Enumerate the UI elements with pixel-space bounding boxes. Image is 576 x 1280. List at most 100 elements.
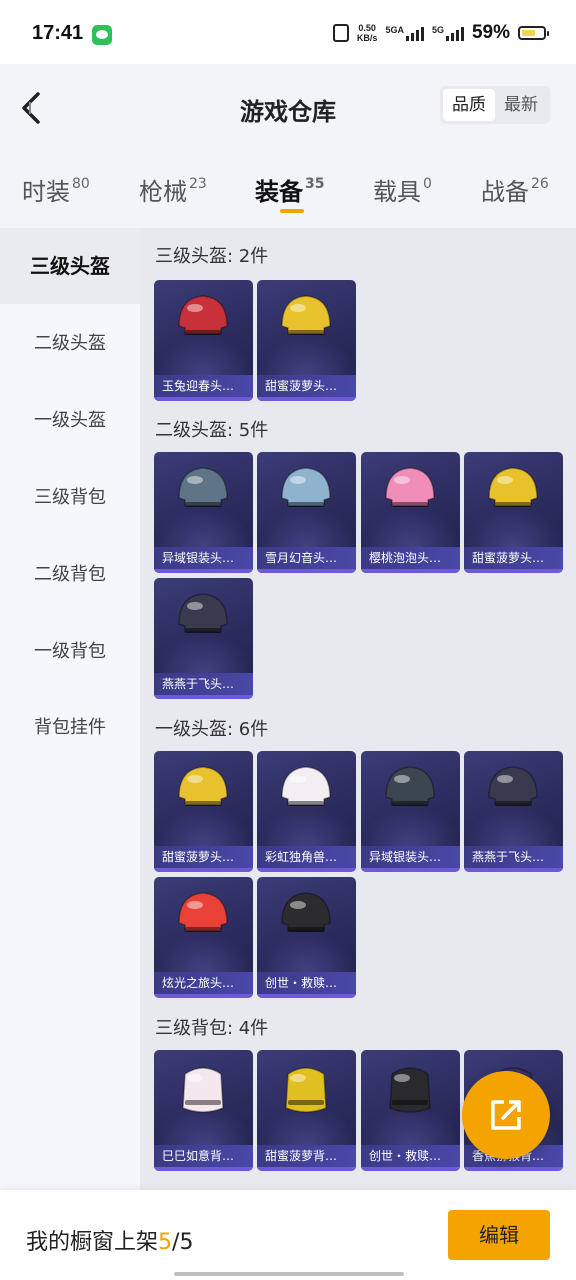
item-grid-area[interactable]: 三级头盔: 2件 二级头盔: 5件 一级头盔: 6件 三级背包: 4件 玉兔迎春…	[140, 228, 576, 1190]
edit-button[interactable]: 编辑	[448, 1210, 550, 1260]
net-speed-value: 0.50	[358, 23, 376, 33]
net-speed-unit: KB/s	[356, 33, 378, 43]
tab-count: 0	[423, 176, 432, 192]
helmet-icon	[178, 766, 228, 806]
network-speed: 0.50 KB/s	[357, 23, 378, 43]
item-card[interactable]: 甜蜜菠萝头…	[464, 452, 563, 573]
tab-weapons[interactable]: 枪械 23	[139, 172, 207, 207]
quality-strip	[257, 569, 356, 573]
sidebar-item-level2-helmet[interactable]: 二级头盔	[0, 306, 140, 382]
item-card[interactable]: 巳巳如意背…	[154, 1050, 253, 1171]
showcase-count: 我的橱窗上架5/5	[26, 1224, 193, 1256]
item-card[interactable]: 玉兔迎春头…	[154, 280, 253, 401]
item-name: 异域银装头…	[361, 846, 460, 868]
item-name: 燕燕于飞头…	[464, 846, 563, 868]
quality-strip	[361, 868, 460, 872]
quality-strip	[257, 1167, 356, 1171]
item-name: 雪月幻音头…	[257, 547, 356, 569]
section-title: 二级头盔: 5件	[155, 420, 269, 441]
quality-strip	[464, 868, 563, 872]
item-name: 炫光之旅头…	[154, 972, 253, 994]
page-header: 游戏仓库 品质 最新 时装 80 枪械 23 装备 35 载具 0 战备 26	[0, 64, 576, 228]
item-card[interactable]: 燕燕于飞头…	[154, 578, 253, 699]
share-button[interactable]	[462, 1071, 550, 1159]
item-name: 甜蜜菠萝头…	[464, 547, 563, 569]
item-card[interactable]: 樱桃泡泡头…	[361, 452, 460, 573]
helmet-icon	[178, 295, 228, 335]
wechat-icon	[92, 25, 112, 45]
signal-bars-icon	[445, 25, 464, 41]
item-name: 异域银装头…	[154, 547, 253, 569]
helmet-icon	[281, 295, 331, 335]
sort-latest-button[interactable]: 最新	[495, 89, 547, 121]
tab-label: 装备	[255, 178, 303, 206]
quality-strip	[361, 569, 460, 573]
tab-label: 战备	[481, 178, 529, 206]
status-bar: 17:41 0.50 KB/s 5GA 5G 59%	[0, 0, 576, 64]
tab-label: 时装	[22, 178, 70, 206]
quality-strip	[154, 994, 253, 998]
quality-strip	[154, 569, 253, 573]
quality-strip	[464, 1167, 563, 1171]
sort-quality-button[interactable]: 品质	[443, 89, 495, 121]
backpack-icon	[182, 1067, 224, 1113]
item-card[interactable]: 创世・救赎…	[361, 1050, 460, 1171]
item-name: 甜蜜菠萝背…	[257, 1145, 356, 1167]
sidebar-item-level3-backpack[interactable]: 三级背包	[0, 460, 140, 536]
helmet-icon	[488, 766, 538, 806]
tab-count: 26	[531, 176, 549, 192]
helmet-icon	[488, 467, 538, 507]
quality-strip	[257, 397, 356, 401]
category-sidebar: 三级头盔 二级头盔 一级头盔 三级背包 二级背包 一级背包 背包挂件	[0, 228, 140, 1190]
battery-percent: 59%	[471, 22, 510, 43]
item-card[interactable]: 创世・救赎…	[257, 877, 356, 998]
item-card[interactable]: 雪月幻音头…	[257, 452, 356, 573]
sidebar-item-level2-backpack[interactable]: 二级背包	[0, 537, 140, 613]
tab-equipment[interactable]: 装备 35	[255, 172, 324, 207]
signal-sim2: 5G	[432, 25, 464, 41]
battery-icon	[518, 26, 549, 40]
tab-label: 枪械	[139, 178, 187, 206]
category-tabs: 时装 80 枪械 23 装备 35 载具 0 战备 26	[0, 164, 576, 214]
helmet-icon	[178, 593, 228, 633]
helmet-icon	[281, 467, 331, 507]
quality-strip	[257, 868, 356, 872]
item-name: 创世・救赎…	[257, 972, 356, 994]
status-indicators: 0.50 KB/s 5GA 5G 59%	[332, 22, 549, 44]
item-card[interactable]: 甜蜜菠萝头…	[154, 751, 253, 872]
tab-count: 80	[72, 176, 90, 192]
tab-count: 23	[189, 176, 207, 192]
section-title: 一级头盔: 6件	[155, 719, 269, 740]
item-card[interactable]: 甜蜜菠萝头…	[257, 280, 356, 401]
section-title: 三级头盔: 2件	[155, 246, 269, 267]
helmet-icon	[385, 467, 435, 507]
showcase-label: 我的橱窗上架	[26, 1230, 159, 1255]
sidebar-item-level1-helmet[interactable]: 一级头盔	[0, 383, 140, 459]
item-card[interactable]: 异域银装头…	[361, 751, 460, 872]
showcase-total: 5	[179, 1230, 194, 1255]
sidebar-item-level1-backpack[interactable]: 一级背包	[0, 614, 140, 690]
tab-fashion[interactable]: 时装 80	[22, 172, 90, 207]
backpack-icon	[389, 1067, 431, 1113]
sim2-label: 5G	[431, 25, 444, 35]
helmet-icon	[281, 766, 331, 806]
tab-count: 35	[305, 176, 325, 192]
tab-vehicles[interactable]: 载具 0	[373, 172, 432, 207]
item-card[interactable]: 异域银装头…	[154, 452, 253, 573]
signal-sim1: 5GA	[385, 25, 424, 41]
item-name: 巳巳如意背…	[154, 1145, 253, 1167]
item-card[interactable]: 彩虹独角兽…	[257, 751, 356, 872]
quality-strip	[154, 868, 253, 872]
sidebar-item-backpack-charm[interactable]: 背包挂件	[0, 690, 140, 766]
quality-strip	[464, 569, 563, 573]
item-card[interactable]: 炫光之旅头…	[154, 877, 253, 998]
item-card[interactable]: 燕燕于飞头…	[464, 751, 563, 872]
showcase-current: 5	[158, 1230, 173, 1255]
section-title: 三级背包: 4件	[155, 1018, 269, 1039]
helmet-icon	[281, 892, 331, 932]
tab-supplies[interactable]: 战备 26	[481, 172, 549, 207]
home-indicator[interactable]	[174, 1272, 404, 1276]
sidebar-item-level3-helmet[interactable]: 三级头盔	[0, 228, 140, 304]
item-name: 燕燕于飞头…	[154, 673, 253, 695]
item-card[interactable]: 甜蜜菠萝背…	[257, 1050, 356, 1171]
